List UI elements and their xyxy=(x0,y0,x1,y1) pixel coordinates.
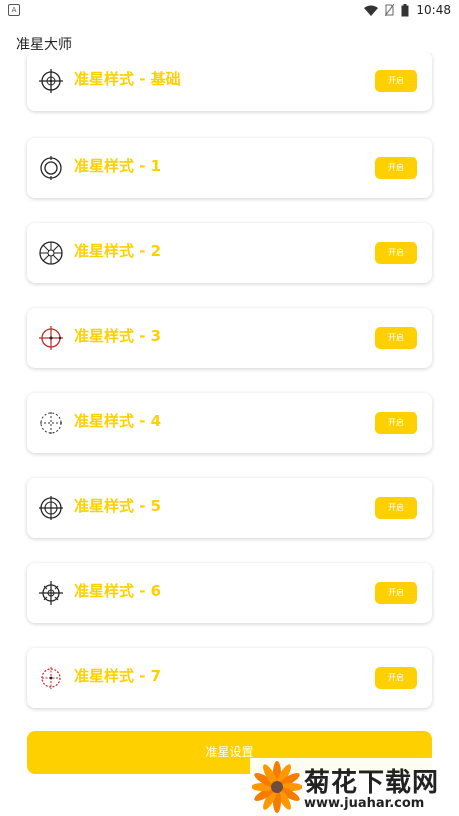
crosshair-red-dotted-icon xyxy=(41,667,61,689)
enable-button[interactable]: 开启 xyxy=(375,327,417,349)
enable-button[interactable]: 开启 xyxy=(375,157,417,179)
status-bar: A 10:48 xyxy=(0,0,459,22)
crosshair-label: 准星样式 - 7 xyxy=(74,667,162,685)
enable-button[interactable]: 开启 xyxy=(375,242,417,264)
crosshair-label: 准星样式 - 基础 xyxy=(74,70,181,88)
enable-button[interactable]: 开启 xyxy=(375,412,417,434)
no-sim-icon xyxy=(385,4,395,16)
status-icons: 10:48 xyxy=(364,2,451,18)
crosshair-label: 准星样式 - 1 xyxy=(74,157,162,175)
crosshair-card[interactable]: 准星样式 - 1 开启 xyxy=(27,138,432,198)
crosshair-rings-icon xyxy=(40,156,62,180)
app-title: 准星大师 xyxy=(16,37,72,53)
crosshair-card[interactable]: 准星样式 - 2 开启 xyxy=(27,223,432,283)
notification-icon: A xyxy=(8,4,20,16)
wifi-icon xyxy=(364,5,379,16)
crosshair-label: 准星样式 - 3 xyxy=(74,327,162,345)
crosshair-card[interactable]: 准星样式 - 4 开启 xyxy=(27,393,432,453)
crosshair-spokes-icon xyxy=(39,241,63,265)
enable-button[interactable]: 开启 xyxy=(375,667,417,689)
crosshair-label: 准星样式 - 6 xyxy=(74,582,162,600)
watermark-title: 菊花下载网 xyxy=(304,768,440,798)
crosshair-card[interactable]: 准星样式 - 3 开启 xyxy=(27,308,432,368)
crosshair-label: 准星样式 - 2 xyxy=(74,242,162,260)
watermark-url: www.juahar.com xyxy=(304,796,425,811)
battery-icon xyxy=(401,3,409,16)
crosshair-label: 准星样式 - 5 xyxy=(74,497,162,515)
crosshair-list[interactable]: 准星样式 - 基础 开启 准星样式 - 1 开启 准星样式 - 2 开启 准星样… xyxy=(0,53,459,729)
crosshair-card[interactable]: 准星样式 - 6 开启 xyxy=(27,563,432,623)
crosshair-gear-icon xyxy=(39,581,63,605)
flower-logo xyxy=(252,761,302,813)
enable-button[interactable]: 开启 xyxy=(375,497,417,519)
watermark: 菊花下载网 www.juahar.com xyxy=(250,758,459,816)
status-time: 10:48 xyxy=(416,3,451,17)
crosshair-dashed-icon xyxy=(40,412,62,434)
enable-button[interactable]: 开启 xyxy=(375,582,417,604)
crosshair-label: 准星样式 - 4 xyxy=(74,412,162,430)
crosshair-card[interactable]: 准星样式 - 5 开启 xyxy=(27,478,432,538)
crosshair-card[interactable]: 准星样式 - 基础 开启 xyxy=(27,53,432,111)
crosshair-card[interactable]: 准星样式 - 7 开启 xyxy=(27,648,432,708)
crosshair-basic-icon xyxy=(39,69,63,93)
enable-button[interactable]: 开启 xyxy=(375,70,417,92)
crosshair-red-icon xyxy=(39,326,63,350)
crosshair-circle-cross-icon xyxy=(39,496,63,520)
